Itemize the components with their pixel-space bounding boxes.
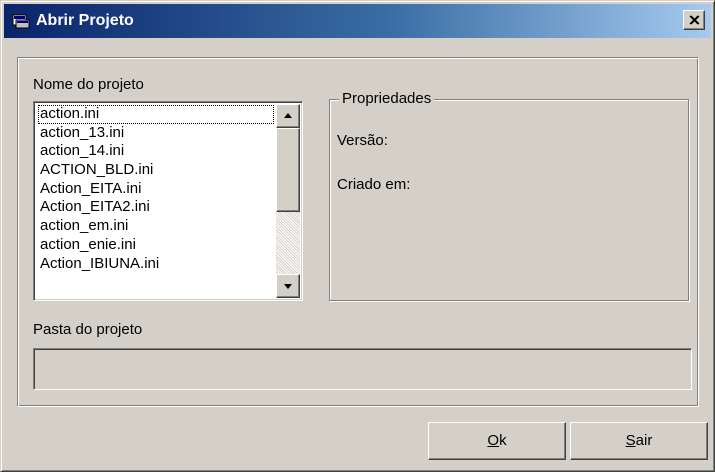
exit-button[interactable]: Sair xyxy=(570,422,708,460)
project-folder-field[interactable] xyxy=(33,348,692,390)
list-item[interactable]: action_enie.ini xyxy=(38,236,274,255)
exit-mnemonic: S xyxy=(625,432,636,449)
ok-mnemonic: O xyxy=(487,432,500,449)
title-bar[interactable]: Abrir Projeto xyxy=(4,4,711,38)
scroll-down-button[interactable] xyxy=(276,274,300,298)
ok-button[interactable]: Ok xyxy=(428,422,566,460)
project-list-items: action.ini action_13.ini action_14.ini A… xyxy=(38,105,274,273)
list-item[interactable]: action_14.ini xyxy=(38,142,274,161)
close-button[interactable] xyxy=(683,10,705,30)
list-item[interactable]: Action_IBIUNA.ini xyxy=(38,255,274,274)
project-window-icon xyxy=(12,13,30,29)
properties-title: Propriedades xyxy=(339,90,435,107)
abrir-projeto-dialog: Abrir Projeto Nome do projeto action.ini… xyxy=(0,0,715,472)
arrow-down-icon xyxy=(284,284,292,289)
ok-label: k xyxy=(499,432,507,449)
list-item[interactable]: Action_EITA.ini xyxy=(38,180,274,199)
list-item[interactable]: ACTION_BLD.ini xyxy=(38,161,274,180)
close-icon xyxy=(689,15,700,25)
list-item[interactable]: action_em.ini xyxy=(38,217,274,236)
scroll-up-button[interactable] xyxy=(276,104,300,128)
window-title: Abrir Projeto xyxy=(36,12,134,29)
project-folder-label: Pasta do projeto xyxy=(33,321,143,338)
list-item[interactable]: action.ini xyxy=(38,105,274,124)
created-label: Criado em: xyxy=(337,176,411,193)
project-listbox[interactable]: action.ini action_13.ini action_14.ini A… xyxy=(33,101,303,301)
project-name-label: Nome do projeto xyxy=(33,76,144,93)
list-item[interactable]: action_13.ini xyxy=(38,124,274,143)
exit-label: air xyxy=(635,432,653,449)
list-item[interactable]: Action_EITA2.ini xyxy=(38,198,274,217)
vertical-scrollbar[interactable] xyxy=(276,104,300,298)
properties-groupbox xyxy=(329,99,689,301)
arrow-up-icon xyxy=(284,113,292,118)
version-label: Versão: xyxy=(337,132,388,149)
scroll-thumb[interactable] xyxy=(276,128,300,212)
